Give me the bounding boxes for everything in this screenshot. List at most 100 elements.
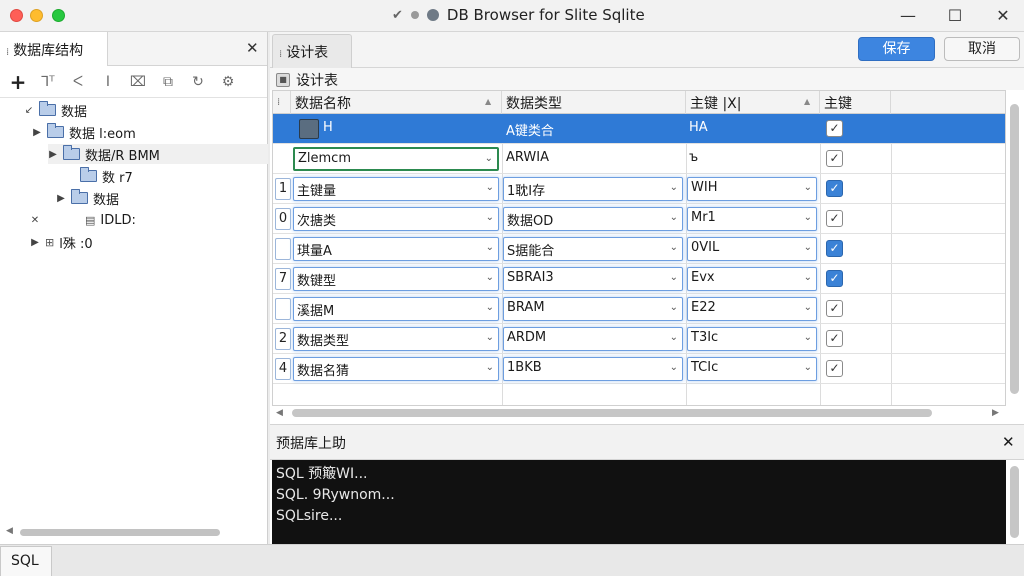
copy-icon[interactable]: ⧉ [158,72,178,92]
chevron-down-icon[interactable]: ⌄ [804,212,812,223]
chevron-down-icon[interactable]: ⌄ [486,242,494,253]
scrollbar-thumb[interactable] [20,529,220,536]
primary-key-checkbox[interactable]: ✓ [826,120,843,137]
primary-key-checkbox[interactable]: ✓ [826,300,843,317]
tree-item[interactable]: 数 r7 [80,166,133,186]
maximize-button[interactable]: ☐ [940,4,970,28]
zoom-window-dot[interactable] [52,9,65,22]
expand-arrow-icon[interactable]: ▶ [56,193,66,204]
field-name-combo[interactable]: 琪量A ⌄ [293,237,499,261]
chevron-down-icon[interactable]: ⌄ [670,332,678,343]
field-key-combo[interactable]: T3Ic ⌄ [687,327,817,351]
field-type-combo[interactable]: 1BKB ⌄ [503,357,683,381]
table-row[interactable]: 琪量A ⌄ S据能合 ⌄ 0VIL ⌄ ✓ [273,234,1005,264]
field-type[interactable]: ARWIA [506,150,549,165]
field-name-combo[interactable]: 数据名猜 ⌄ [293,357,499,381]
field-key-combo[interactable]: 0VIL ⌄ [687,237,817,261]
table-row[interactable]: 2 数据类型 ⌄ ARDM ⌄ T3Ic ⌄ ✓ [273,324,1005,354]
field-name-combo[interactable]: 次搪类 ⌄ [293,207,499,231]
sort-asc-icon[interactable]: ▲ [485,97,491,106]
tree-item-selected[interactable]: ▶ 数据/R BMM [48,144,268,164]
primary-key-checkbox[interactable]: ✓ [826,270,843,287]
chevron-down-icon[interactable]: ⌄ [804,362,812,373]
expand-arrow-icon[interactable]: ↙ [24,105,34,116]
tab-design-table[interactable]: ⁞ 设计表 [272,34,352,68]
tab-database-structure[interactable]: ⁞ 数据库结构 [0,32,108,66]
chevron-down-icon[interactable]: ⌄ [804,332,812,343]
chevron-down-icon[interactable]: ⌄ [486,182,494,193]
delete-icon[interactable]: ⌧ [128,72,148,92]
save-button[interactable]: 保存 [858,37,935,61]
table-row[interactable]: 1 主键量 ⌄ 1耽I存 ⌄ WIH ⌄ ✓ [273,174,1005,204]
field-type-combo[interactable]: SBRAI3 ⌄ [503,267,683,291]
chevron-down-icon[interactable]: ⌄ [486,362,494,373]
chevron-down-icon[interactable]: ⌄ [804,182,812,193]
collapse-icon[interactable]: ✕ [30,215,40,226]
close-window-dot[interactable] [10,9,23,22]
scroll-left-icon[interactable]: ◀ [6,526,13,536]
field-key-combo[interactable]: TCIc ⌄ [687,357,817,381]
chevron-down-icon[interactable]: ⌄ [670,212,678,223]
sql-log-output[interactable]: SQL 预簸WI... SQL. 9Rywnom... SQLsire... [272,460,1006,544]
close-panel-icon[interactable]: ✕ [246,39,259,57]
minimize-window-dot[interactable] [30,9,43,22]
header-primary[interactable]: 主键 [820,91,891,114]
header-name[interactable]: 数据名称 ▲ [291,91,502,114]
field-type-combo[interactable]: ARDM ⌄ [503,327,683,351]
cancel-button[interactable]: 取消 [944,37,1020,61]
refresh-icon[interactable]: ↻ [188,72,208,92]
field-key-combo[interactable]: Mr1 ⌄ [687,207,817,231]
close-button[interactable]: ✕ [988,4,1018,28]
field-type-combo[interactable]: S据能合 ⌄ [503,237,683,261]
primary-key-checkbox[interactable]: ✓ [826,210,843,227]
gear-icon[interactable]: ⚙ [218,72,238,92]
grid-vertical-scrollbar[interactable] [1008,90,1022,406]
field-key[interactable]: HA [689,120,708,135]
field-type-combo[interactable]: BRAM ⌄ [503,297,683,321]
chevron-down-icon[interactable]: ⌄ [486,272,494,283]
expand-arrow-icon[interactable]: ▶ [32,127,42,138]
minimize-button[interactable]: — [893,4,923,28]
primary-key-checkbox[interactable]: ✓ [826,150,843,167]
table-row[interactable]: 4 数据名猜 ⌄ 1BKB ⌄ TCIc ⌄ ✓ [273,354,1005,384]
field-key-combo[interactable]: Evx ⌄ [687,267,817,291]
chevron-down-icon[interactable]: ⌄ [670,182,678,193]
scroll-left-icon[interactable]: ◀ [276,408,283,418]
field-type[interactable]: A键类合 [506,120,554,139]
chevron-down-icon[interactable]: ⌄ [486,212,494,223]
chevron-down-icon[interactable]: ⌄ [486,302,494,313]
grid-horizontal-scrollbar[interactable]: ◀ ▶ [272,406,1006,420]
field-type-combo[interactable]: 1耽I存 ⌄ [503,177,683,201]
chevron-down-icon[interactable]: ⌄ [804,272,812,283]
field-name-combo[interactable]: 主键量 ⌄ [293,177,499,201]
header-type[interactable]: 数据类型 [502,91,686,114]
field-name-combo[interactable]: 数键型 ⌄ [293,267,499,291]
tab-sql[interactable]: SQL [0,546,52,576]
field-key[interactable]: ъ [689,150,698,165]
field-name[interactable]: H [323,120,333,135]
header-key[interactable]: 主键 |X| ▲ [686,91,820,114]
back-icon[interactable]: ᐸ [68,72,88,92]
chevron-down-icon[interactable]: ⌄ [485,153,493,164]
primary-key-checkbox[interactable]: ✓ [826,360,843,377]
table-row[interactable]: H A键类合 HA ✓ [273,114,1005,144]
table-row[interactable]: 溪据M ⌄ BRAM ⌄ E22 ⌄ ✓ [273,294,1005,324]
field-key-combo[interactable]: WIH ⌄ [687,177,817,201]
chevron-down-icon[interactable]: ⌄ [670,272,678,283]
field-name-combo[interactable]: 溪据M ⌄ [293,297,499,321]
expand-arrow-icon[interactable]: ▶ [48,149,58,160]
chevron-down-icon[interactable]: ⌄ [670,242,678,253]
field-type-combo[interactable]: 数据OD ⌄ [503,207,683,231]
expand-arrow-icon[interactable]: ▶ [30,237,40,248]
field-key-combo[interactable]: E22 ⌄ [687,297,817,321]
chevron-down-icon[interactable]: ⌄ [804,302,812,313]
primary-key-checkbox[interactable]: ✓ [826,330,843,347]
chevron-down-icon[interactable]: ⌄ [670,362,678,373]
primary-key-checkbox[interactable]: ✓ [826,180,843,197]
field-name-combo[interactable]: 数据类型 ⌄ [293,327,499,351]
field-name-editor[interactable]: Zlemcm ⌄ [293,147,499,171]
scrollbar-thumb[interactable] [1010,104,1019,394]
table-row[interactable]: 0 次搪类 ⌄ 数据OD ⌄ Mr1 ⌄ ✓ [273,204,1005,234]
table-row[interactable]: Zlemcm ⌄ ARWIA ъ ✓ [273,144,1005,174]
tree-item[interactable]: ✕ ▤ IDLD: [30,210,136,230]
